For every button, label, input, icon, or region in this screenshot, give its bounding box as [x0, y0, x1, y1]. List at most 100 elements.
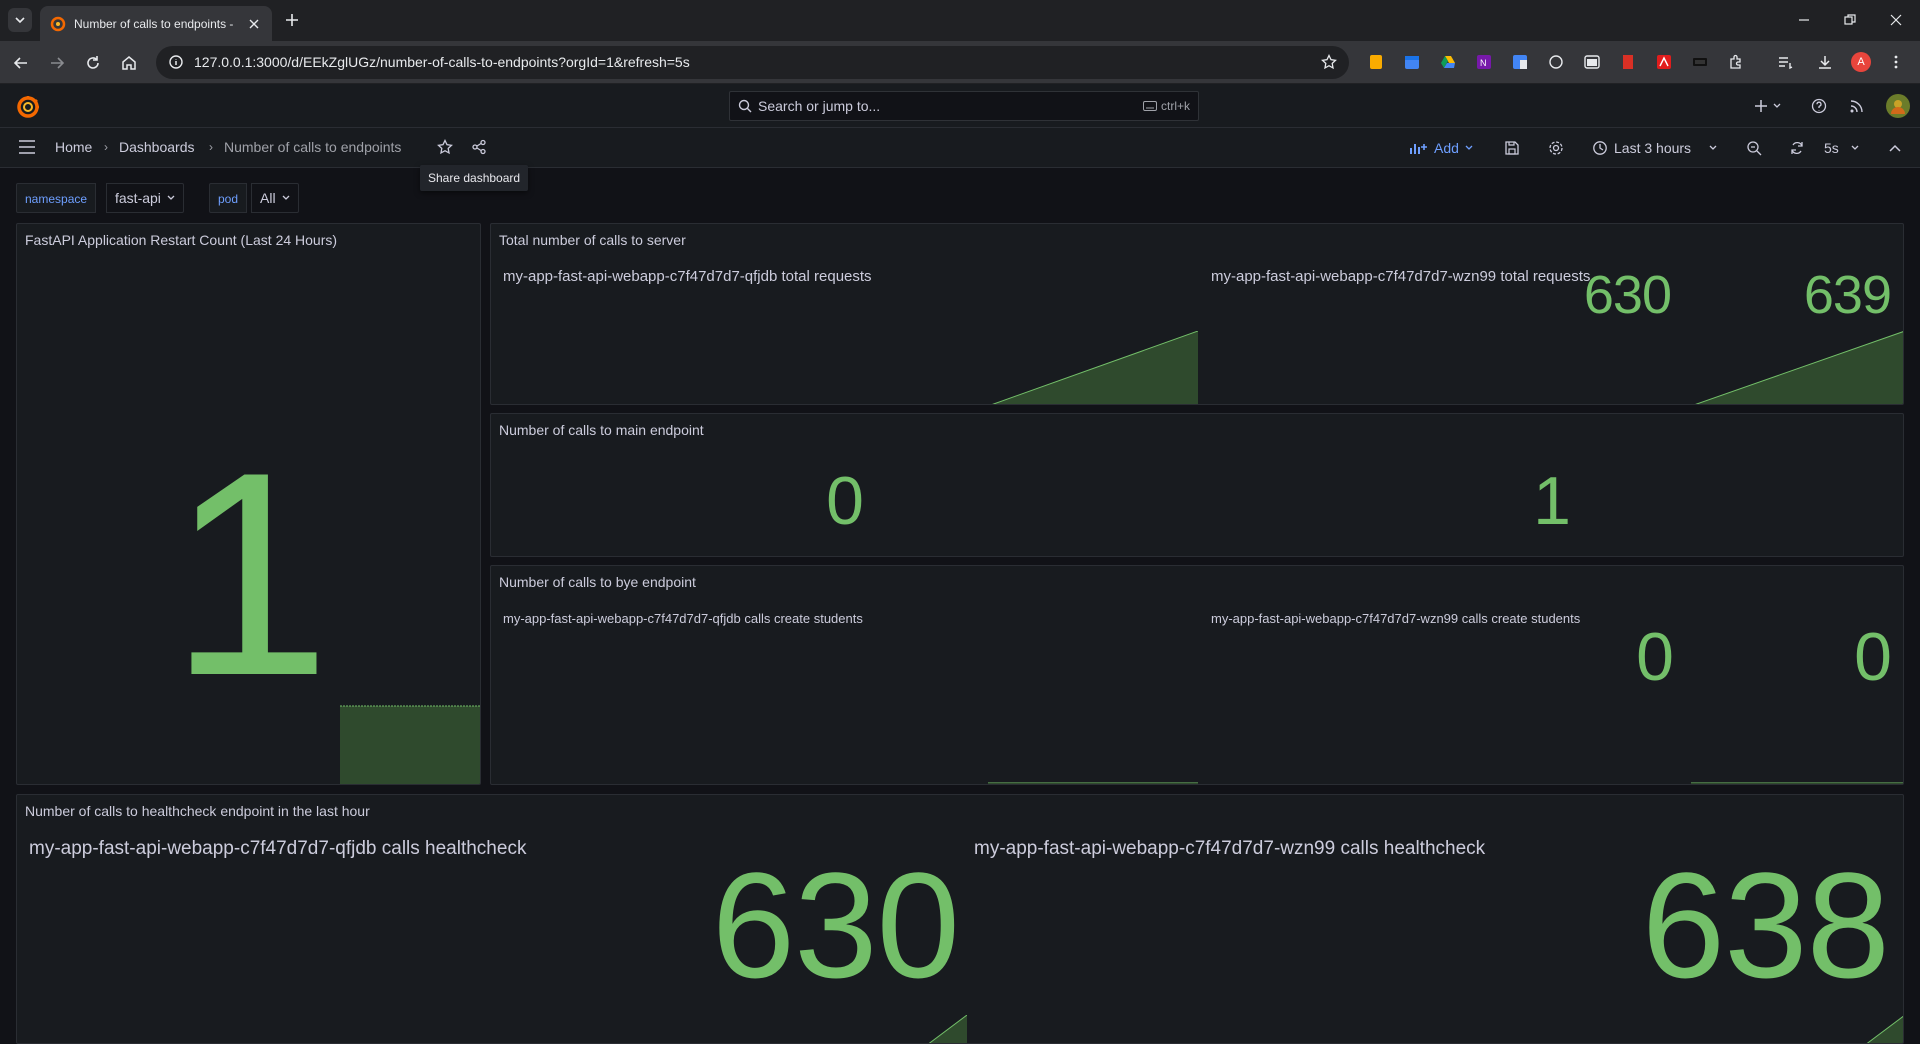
breadcrumb-dashboards[interactable]: Dashboards [119, 128, 195, 166]
star-dashboard-button[interactable] [436, 138, 454, 156]
tab-title: Number of calls to endpoints - [74, 16, 234, 31]
tab-search-button[interactable] [8, 8, 32, 32]
menu-toggle-button[interactable] [18, 138, 36, 156]
arrow-left-icon [13, 57, 27, 69]
browser-tab-active[interactable]: Number of calls to endpoints - [40, 6, 272, 41]
back-button[interactable] [10, 52, 32, 74]
breadcrumb-current: Number of calls to endpoints [224, 139, 402, 155]
stat-sparkline [1691, 782, 1903, 784]
reload-button[interactable] [82, 52, 104, 74]
downloads-icon[interactable] [1816, 53, 1834, 71]
variable-namespace-value: fast-api [115, 190, 161, 206]
new-menu-button[interactable] [1752, 97, 1786, 115]
gear-icon [1549, 141, 1563, 155]
stat-value: 0 [1854, 619, 1892, 695]
refresh-dashboard-button[interactable] [1788, 139, 1806, 157]
user-avatar[interactable] [1886, 94, 1910, 118]
search-shortcut-text: ctrl+k [1160, 99, 1190, 113]
extension-calendar-icon[interactable] [1403, 53, 1421, 71]
panel-title: Number of calls to main endpoint [499, 422, 704, 438]
variable-pod-value: All [260, 190, 276, 206]
site-info-icon[interactable] [168, 54, 184, 70]
breadcrumb-home[interactable]: Home [55, 128, 92, 166]
extension-puzzle-generic-icon[interactable] [1547, 53, 1565, 71]
help-button[interactable] [1810, 97, 1828, 115]
close-icon [1890, 14, 1902, 26]
dashboard-settings-button[interactable] [1547, 139, 1565, 157]
close-window-button[interactable] [1886, 10, 1906, 30]
chevron-down-icon [282, 195, 290, 200]
reading-list-icon[interactable] [1776, 53, 1794, 71]
clock-icon [1593, 141, 1607, 155]
refresh-interval-label: 5s [1824, 140, 1839, 156]
panel-main-endpoint[interactable]: Number of calls to main endpoint 0 1 [490, 413, 1904, 557]
plus-icon [286, 14, 298, 26]
save-icon [1505, 141, 1519, 155]
search-shortcut: ctrl+k [1142, 99, 1190, 113]
breadcrumb-separator-icon: › [209, 140, 213, 154]
address-bar[interactable]: 127.0.0.1:3000/d/EEkZglUGz/number-of-cal… [156, 46, 1349, 79]
rss-icon [1850, 100, 1863, 113]
extension-onenote-icon[interactable]: N [1475, 53, 1493, 71]
panel-healthcheck[interactable]: Number of calls to healthcheck endpoint … [16, 794, 1904, 1044]
panel-title: Total number of calls to server [499, 232, 686, 248]
add-panel-button[interactable]: Add [1410, 138, 1473, 158]
panel-total-calls[interactable]: Total number of calls to server my-app-f… [490, 223, 1904, 405]
extension-window-icon[interactable] [1583, 53, 1601, 71]
home-button[interactable] [118, 52, 140, 74]
svg-text:N: N [1480, 58, 1487, 68]
chevron-down-icon [167, 195, 175, 200]
panel-restart-count[interactable]: FastAPI Application Restart Count (Last … [16, 223, 481, 785]
panel-title: Number of calls to healthcheck endpoint … [25, 803, 370, 819]
stat-value: 0 [1636, 619, 1674, 695]
panel-bye-endpoint[interactable]: Number of calls to bye endpoint my-app-f… [490, 565, 1904, 785]
keyboard-icon [1142, 101, 1157, 111]
time-range-label: Last 3 hours [1614, 140, 1692, 156]
grafana-top-nav: Search or jump to... ctrl+k [0, 84, 1920, 128]
search-bar[interactable]: Search or jump to... ctrl+k [729, 91, 1199, 121]
help-icon [1811, 98, 1827, 114]
variable-namespace-select[interactable]: fast-api [106, 183, 184, 213]
stat-sparkline [988, 782, 1198, 784]
reload-icon [87, 56, 99, 69]
chevron-down-icon [1851, 145, 1859, 150]
search-placeholder: Search or jump to... [758, 98, 881, 114]
extension-translate-icon[interactable] [1511, 53, 1529, 71]
profile-avatar[interactable]: A [1851, 52, 1871, 72]
add-panel-icon [1410, 144, 1427, 154]
tab-close-icon[interactable] [246, 16, 262, 32]
chevron-down-icon [1709, 145, 1717, 150]
extension-red-book-icon[interactable] [1619, 53, 1637, 71]
grafana-logo-icon[interactable] [15, 94, 41, 120]
zoom-out-button[interactable] [1745, 139, 1763, 157]
grafana-favicon-icon [50, 16, 66, 31]
browser-toolbar: 127.0.0.1:3000/d/EEkZglUGz/number-of-cal… [0, 41, 1920, 84]
refresh-interval-picker[interactable]: 5s [1824, 138, 1859, 158]
stat-value: 639 [1803, 265, 1892, 325]
extension-pdf-icon[interactable] [1655, 53, 1673, 71]
bookmark-star-icon[interactable] [1321, 54, 1337, 70]
extension-keep-icon[interactable] [1367, 53, 1385, 71]
extension-dark-icon[interactable] [1691, 53, 1709, 71]
collapse-toolbar-button[interactable] [1886, 139, 1904, 157]
restore-window-button[interactable] [1840, 10, 1860, 30]
news-feed-button[interactable] [1848, 97, 1866, 115]
time-range-picker[interactable]: Last 3 hours [1592, 138, 1717, 158]
stat-sparkline [1695, 331, 1903, 404]
share-dashboard-button[interactable] [470, 138, 488, 156]
add-panel-label: Add [1434, 140, 1459, 156]
share-icon [472, 139, 486, 155]
new-tab-button[interactable] [282, 10, 302, 30]
breadcrumb-separator-icon: › [104, 140, 108, 154]
save-dashboard-button[interactable] [1503, 139, 1521, 157]
arrow-right-icon [51, 57, 65, 69]
search-icon [738, 99, 752, 113]
url-text[interactable]: 127.0.0.1:3000/d/EEkZglUGz/number-of-cal… [194, 46, 690, 79]
chevron-down-icon [1465, 145, 1473, 150]
extensions-menu-icon[interactable] [1727, 53, 1745, 71]
extension-drive-icon[interactable] [1439, 53, 1457, 71]
forward-button[interactable] [46, 52, 68, 74]
variable-pod-select[interactable]: All [251, 183, 299, 213]
browser-menu-icon[interactable] [1887, 53, 1905, 71]
minimize-window-button[interactable] [1794, 10, 1814, 30]
